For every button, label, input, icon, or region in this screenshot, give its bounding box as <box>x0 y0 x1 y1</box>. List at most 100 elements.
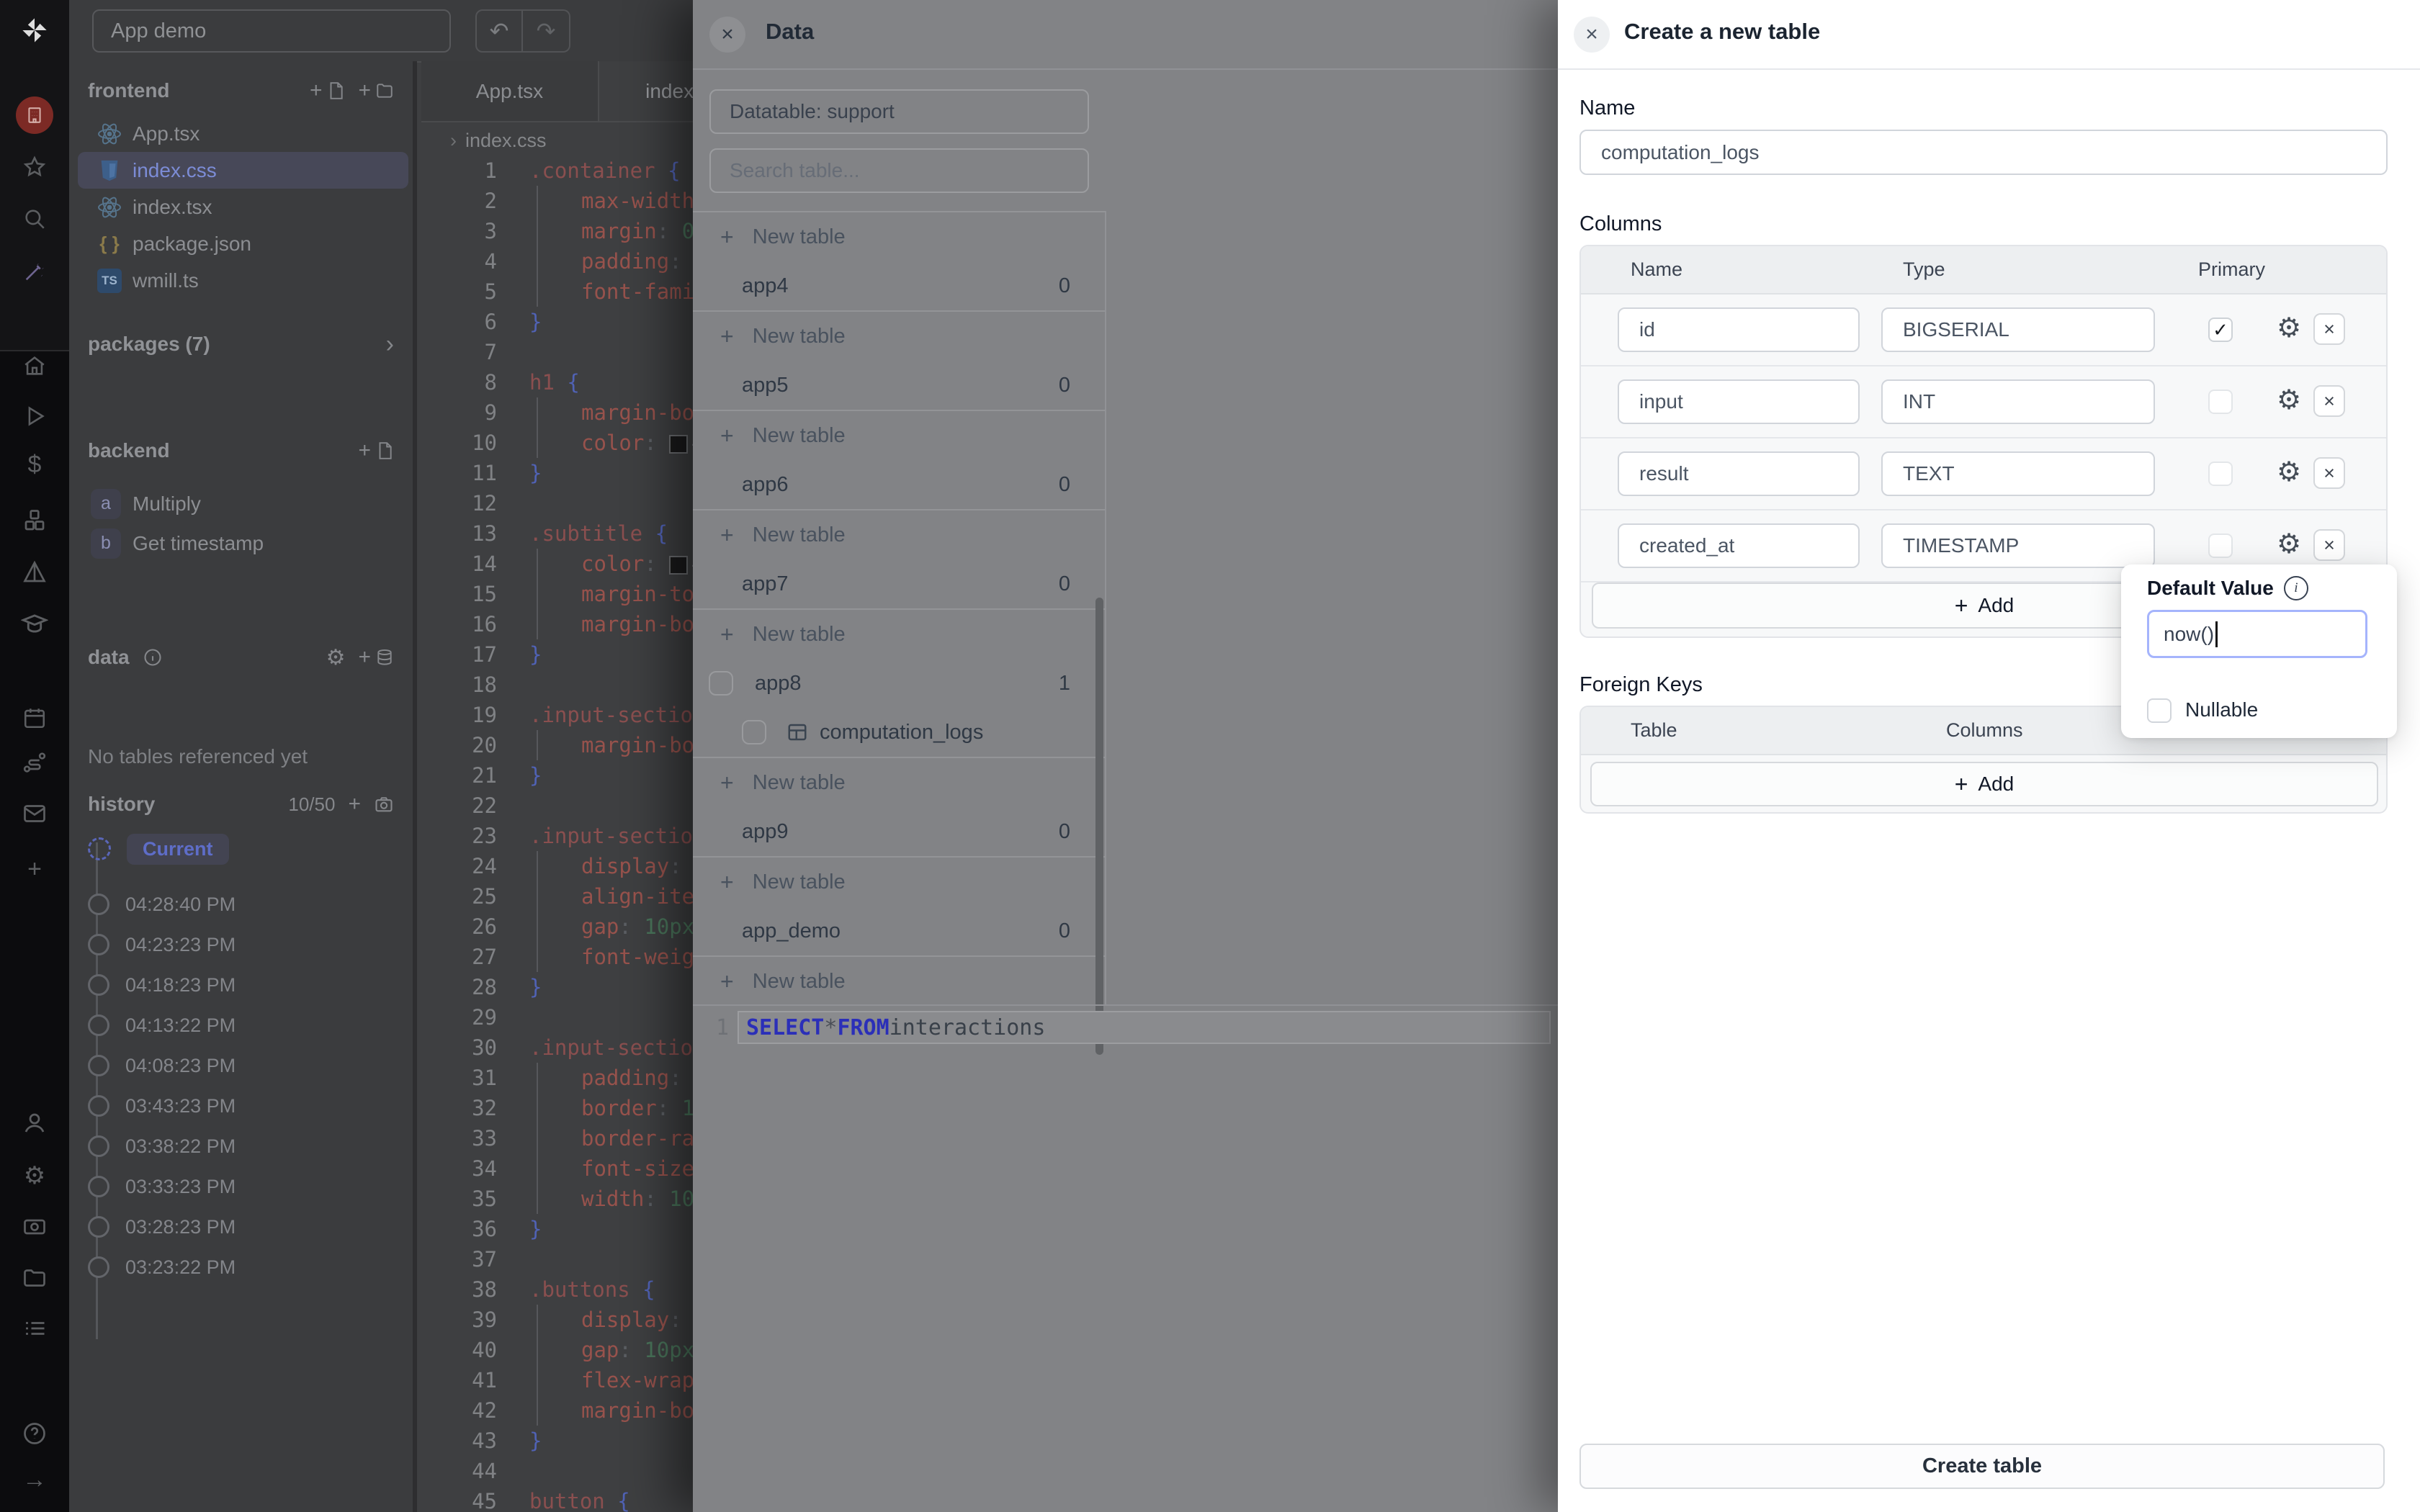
code-area[interactable]: 1.container {2max-width: 1200px;3margin:… <box>421 156 693 1512</box>
history-entry[interactable]: 04:08:23 PM <box>88 1045 236 1086</box>
data-settings-gear-icon[interactable]: ⚙ <box>326 645 346 670</box>
backend-section-header[interactable]: backend + <box>88 435 394 467</box>
frontend-section-header[interactable]: frontend + + <box>88 75 394 107</box>
breadcrumb[interactable]: ›index.css <box>450 130 547 152</box>
history-entry[interactable]: 04:18:23 PM <box>88 965 236 1005</box>
column-settings-gear-icon[interactable]: ⚙ <box>2277 312 2301 343</box>
runs-play-icon[interactable] <box>0 396 69 436</box>
file-item-App.tsx[interactable]: App.tsx <box>69 115 417 152</box>
new-table-button[interactable]: +New table <box>693 856 1105 906</box>
search-icon[interactable] <box>0 199 69 239</box>
new-table-button[interactable]: +New table <box>693 955 1105 1006</box>
history-section-header[interactable]: history 10/50 + <box>88 788 394 820</box>
flows-route-icon[interactable] <box>0 742 69 783</box>
tab-index.css[interactable]: index.css <box>599 61 693 121</box>
column-type-input[interactable]: TIMESTAMP <box>1881 523 2155 568</box>
add-foreign-key-button[interactable]: +Add <box>1590 762 2378 806</box>
backend-item-get-timestamp[interactable]: bGet timestamp <box>69 523 417 563</box>
undo-button[interactable]: ↶ <box>475 9 523 53</box>
sql-editor[interactable]: 1 SELECT * FROM interactions <box>693 1009 1558 1045</box>
table-checkbox[interactable] <box>742 720 766 744</box>
add-file-icon[interactable]: + <box>310 78 346 103</box>
remove-column-icon[interactable]: × <box>2313 385 2345 417</box>
table-checkbox[interactable] <box>709 671 733 696</box>
create-table-button[interactable]: Create table <box>1579 1444 2385 1489</box>
column-type-input[interactable]: INT <box>1881 379 2155 424</box>
windmill-logo-icon[interactable] <box>0 10 69 50</box>
history-snapshot-camera-icon[interactable] <box>374 794 394 814</box>
add-plus-icon[interactable]: + <box>0 849 69 889</box>
new-table-button[interactable]: +New table <box>693 509 1105 559</box>
logout-arrow-icon[interactable]: → <box>0 1459 69 1500</box>
primary-checkbox[interactable] <box>2208 462 2233 486</box>
app-title-input[interactable]: App demo <box>92 9 451 53</box>
history-add-icon[interactable]: + <box>348 792 361 816</box>
workspace-icon[interactable] <box>0 95 69 135</box>
column-name-input[interactable]: created_at <box>1618 523 1860 568</box>
table-row-app5[interactable]: app50 <box>693 361 1105 410</box>
instance-settings-icon[interactable] <box>0 1207 69 1247</box>
help-icon[interactable] <box>0 1413 69 1454</box>
remove-column-icon[interactable]: × <box>2313 313 2345 345</box>
file-item-index.tsx[interactable]: index.tsx <box>69 189 417 225</box>
user-icon[interactable] <box>0 1103 69 1143</box>
history-entry[interactable]: 03:33:23 PM <box>88 1166 236 1207</box>
column-type-input[interactable]: TEXT <box>1881 451 2155 496</box>
new-table-button[interactable]: +New table <box>693 608 1105 659</box>
history-entry[interactable]: 03:43:23 PM <box>88 1086 236 1126</box>
learn-graduation-icon[interactable] <box>0 603 69 644</box>
add-datatable-icon[interactable]: + <box>358 645 394 670</box>
column-name-input[interactable]: result <box>1618 451 1860 496</box>
table-row-app9[interactable]: app90 <box>693 807 1105 856</box>
add-folder-icon[interactable]: + <box>358 78 394 103</box>
table-search-input[interactable]: Search table... <box>709 148 1089 193</box>
column-name-input[interactable]: id <box>1618 307 1860 352</box>
file-item-package.json[interactable]: { }package.json <box>69 225 417 262</box>
new-table-button[interactable]: +New table <box>693 410 1105 460</box>
calendar-icon[interactable] <box>0 698 69 738</box>
column-settings-gear-icon[interactable]: ⚙ <box>2277 384 2301 415</box>
data-section-header[interactable]: data ⚙ + <box>88 642 394 673</box>
primary-checkbox[interactable] <box>2208 534 2233 558</box>
datatable-select[interactable]: Datatable: support <box>709 89 1089 134</box>
data-drawer-close-icon[interactable]: × <box>709 17 745 53</box>
packages-section-header[interactable]: packages (7) › <box>88 328 394 360</box>
table-row-app4[interactable]: app40 <box>693 261 1105 310</box>
file-item-index.css[interactable]: index.css <box>78 152 408 189</box>
remove-column-icon[interactable]: × <box>2313 457 2345 489</box>
history-entry[interactable]: 04:13:22 PM <box>88 1005 236 1045</box>
table-child-row-computation_logs[interactable]: computation_logs <box>693 708 1105 757</box>
new-table-button[interactable]: +New table <box>693 310 1105 361</box>
history-entry[interactable]: 03:23:22 PM <box>88 1247 236 1287</box>
table-row-app6[interactable]: app60 <box>693 460 1105 509</box>
default-value-input[interactable]: now() <box>2147 610 2367 658</box>
folders-icon[interactable] <box>0 1258 69 1298</box>
variables-dollar-icon[interactable]: $ <box>0 444 69 485</box>
history-entry[interactable]: 03:38:22 PM <box>88 1126 236 1166</box>
tab-app.tsx[interactable]: App.tsx <box>421 61 599 121</box>
settings-gear-icon[interactable]: ⚙ <box>0 1156 69 1196</box>
redo-button[interactable]: ↷ <box>523 9 570 53</box>
history-entry[interactable]: 04:23:23 PM <box>88 924 236 965</box>
table-row-app_demo[interactable]: app_demo0 <box>693 906 1105 955</box>
home-icon[interactable] <box>0 346 69 386</box>
ai-wand-icon[interactable] <box>0 251 69 292</box>
schedules-pyramid-icon[interactable] <box>0 552 69 593</box>
column-type-input[interactable]: BIGSERIAL <box>1881 307 2155 352</box>
column-name-input[interactable]: input <box>1618 379 1860 424</box>
create-drawer-close-icon[interactable]: × <box>1574 17 1610 53</box>
primary-checkbox[interactable] <box>2208 390 2233 414</box>
sql-query-line[interactable]: SELECT * FROM interactions <box>738 1011 1551 1044</box>
column-settings-gear-icon[interactable]: ⚙ <box>2277 456 2301 487</box>
file-item-wmill.ts[interactable]: TSwmill.ts <box>69 262 417 299</box>
primary-checkbox[interactable]: ✓ <box>2208 318 2233 342</box>
favorites-star-icon[interactable] <box>0 147 69 187</box>
history-current-row[interactable]: Current <box>88 832 229 865</box>
nullable-checkbox[interactable] <box>2147 698 2172 723</box>
backend-item-multiply[interactable]: aMultiply <box>69 484 417 523</box>
logs-list-icon[interactable] <box>0 1308 69 1349</box>
table-row-app8[interactable]: app81 <box>693 659 1105 708</box>
table-name-input[interactable]: computation_logs <box>1579 130 2388 175</box>
add-script-icon[interactable]: + <box>358 438 394 463</box>
column-settings-gear-icon[interactable]: ⚙ <box>2277 528 2301 559</box>
